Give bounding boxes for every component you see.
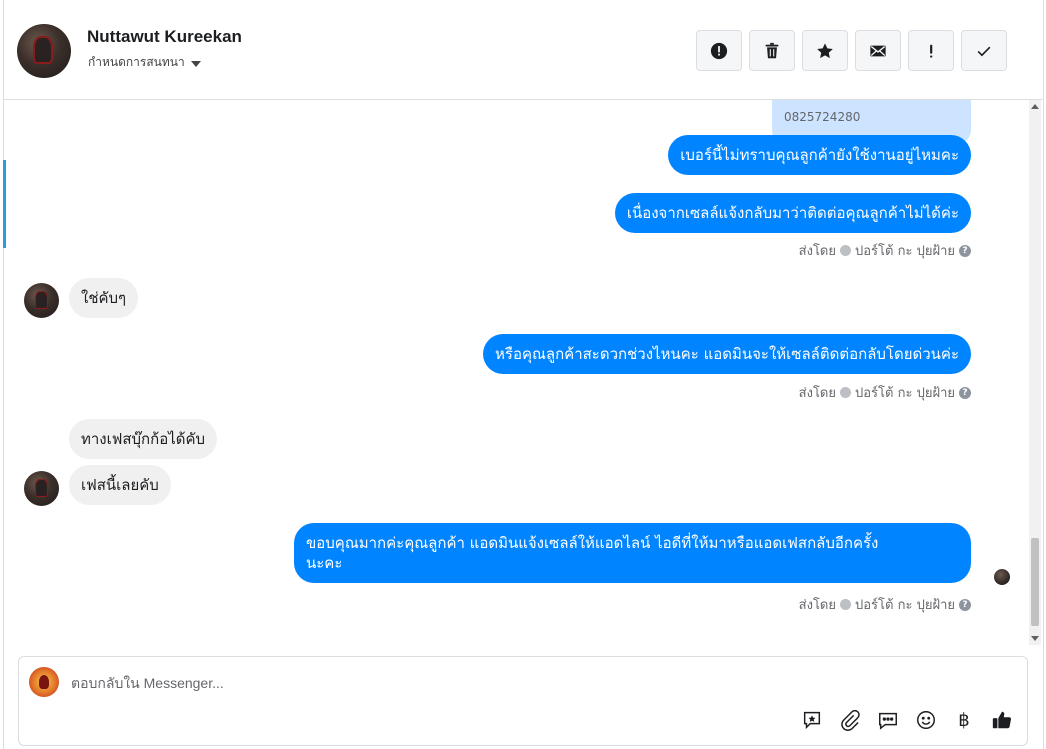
star-button[interactable] [802,30,848,71]
help-icon[interactable]: ? [959,598,971,611]
help-icon[interactable]: ? [959,244,971,257]
contact-avatar-small[interactable] [24,471,59,506]
contact-avatar-small[interactable] [24,283,59,318]
sent-by-prefix: ส่งโดย [798,386,836,401]
message-text: หรือคุณลูกค้าสะดวกช่วงไหนคะ แอดมินจะให้เ… [495,345,959,363]
seen-indicator-avatar [994,569,1010,585]
message-text: 0825724280 [784,110,861,124]
contact-name[interactable]: Nuttawut Kureekan [87,27,242,47]
message-text: เฟสนี้เลยคับ [81,476,159,494]
checkmark-icon [977,46,991,56]
conversation-header: Nuttawut Kureekan กำหนดการสนทนา [4,0,1043,100]
caret-down-icon [190,60,201,67]
message-thread: 0825724280 เบอร์นี้ไม่ทราบคุณลูกค้ายังใช… [4,100,1024,645]
mark-unread-button[interactable] [855,30,901,71]
sender-name[interactable]: ปอร์โต้ กะ ปุยฝ้าย [855,240,955,261]
message-text: ทางเฟสบุ๊กก้อได้คับ [81,430,206,448]
page-status-icon [840,245,851,256]
thread-scrollbar[interactable] [1029,100,1041,645]
message-bubble-incoming[interactable]: ใช่คับๆ [69,278,139,318]
help-icon[interactable]: ? [959,386,971,399]
message-bubble-outgoing[interactable]: หรือคุณลูกค้าสะดวกช่วงไหนคะ แอดมินจะให้เ… [483,334,971,374]
assign-conversation-label: กำหนดการสนทนา [88,55,185,69]
sender-name[interactable]: ปอร์โต้ กะ ปุยฝ้าย [855,382,955,403]
alert-circle-icon [710,42,728,59]
message-text: ใช่คับๆ [81,289,127,307]
trash-icon [765,42,779,58]
page-status-icon [840,387,851,398]
saved-reply-button[interactable] [799,707,825,733]
quick-reply-icon [879,712,897,730]
assign-conversation-dropdown[interactable]: กำหนดการสนทนา [88,53,201,72]
message-bubble-outgoing[interactable]: ขอบคุณมากค่ะคุณลูกค้า แอดมินแจ้งเซลล์ให้… [294,523,971,583]
sent-by-prefix: ส่งโดย [798,244,836,259]
message-bubble-incoming[interactable]: เฟสนี้เลยคับ [69,465,171,505]
like-button[interactable] [989,707,1015,733]
scroll-up-arrow-icon[interactable] [1031,104,1039,109]
attachment-icon [841,709,860,731]
attachment-button[interactable] [837,707,863,733]
scroll-down-arrow-icon[interactable] [1031,636,1039,641]
sent-by-info: ส่งโดย ปอร์โต้ กะ ปุยฝ้าย ? [799,240,971,261]
message-bubble-outgoing[interactable]: เนื่องจากเซลล์แจ้งกลับมาว่าติดต่อคุณลูกค… [614,193,971,233]
baht-icon: ฿ [958,709,970,731]
message-text: เนื่องจากเซลล์แจ้งกลับมาว่าติดต่อคุณลูกค… [626,204,959,222]
like-icon [992,711,1012,729]
delete-button[interactable] [749,30,795,71]
exclamation-icon [930,44,933,58]
scrollbar-thumb[interactable] [1031,538,1039,626]
sent-by-prefix: ส่งโดย [798,598,836,613]
emoji-button[interactable] [913,707,939,733]
conversation-actions [696,30,1007,71]
quick-reply-button[interactable] [875,707,901,733]
contact-avatar[interactable] [17,24,71,78]
emoji-icon [917,711,935,729]
mark-done-button[interactable] [961,30,1007,71]
sent-by-info: ส่งโดย ปอร์โต้ กะ ปุยฝ้าย ? [799,594,971,615]
saved-reply-icon [803,711,821,730]
sent-by-info: ส่งโดย ปอร์โต้ กะ ปุยฝ้าย ? [799,382,971,403]
page-avatar [29,667,59,697]
inbox-conversation-panel: Nuttawut Kureekan กำหนดการสนทนา 08257242… [3,0,1044,749]
message-bubble-incoming[interactable]: ทางเฟสบุ๊กก้อได้คับ [69,419,218,459]
message-text-line: ขอบคุณมากค่ะคุณลูกค้า แอดมินแจ้งเซลล์ให้… [306,534,879,552]
composer-toolbar: ฿ [799,707,1015,733]
sender-name[interactable]: ปอร์โต้ กะ ปุยฝ้าย [855,594,955,615]
follow-up-button[interactable] [908,30,954,71]
message-text: เบอร์นี้ไม่ทราบคุณลูกค้ายังใช้งานอยู่ไหม… [680,146,959,164]
envelope-icon [870,45,886,56]
reply-input[interactable] [71,672,971,694]
page-status-icon [840,599,851,610]
star-icon [817,42,833,58]
payment-button[interactable]: ฿ [951,707,977,733]
reply-composer: ฿ [18,656,1028,746]
message-bubble-outgoing[interactable]: เบอร์นี้ไม่ทราบคุณลูกค้ายังใช้งานอยู่ไหม… [668,135,971,175]
spam-button[interactable] [696,30,742,71]
message-text-line: นะคะ [306,554,343,572]
